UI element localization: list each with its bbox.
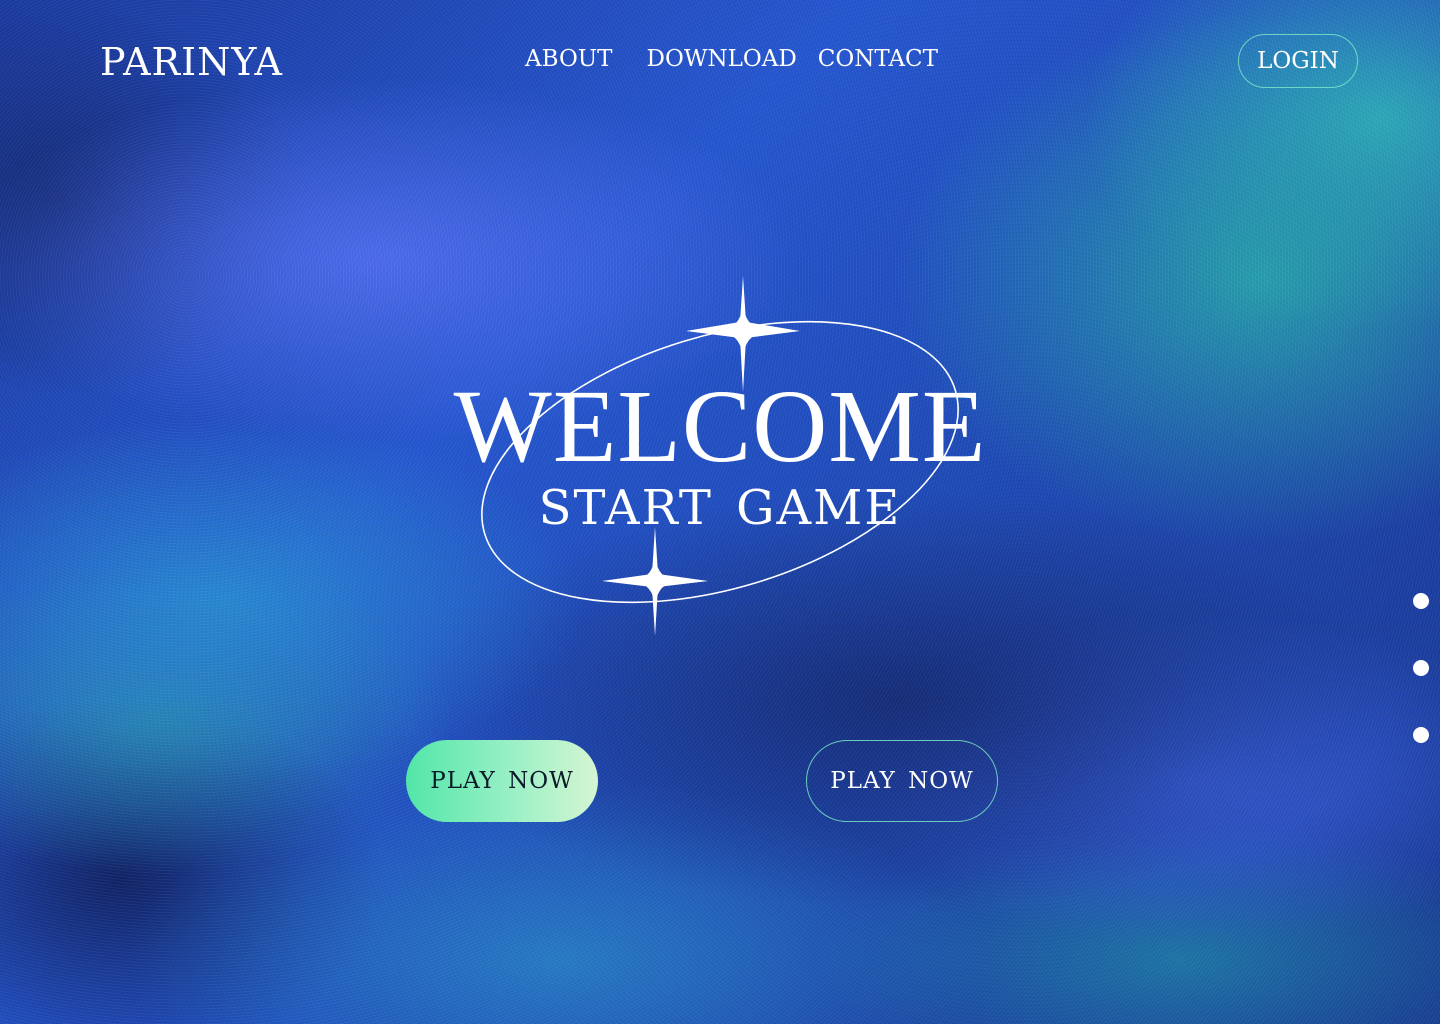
play-now-button-secondary[interactable]: PLAY NOW — [806, 740, 998, 822]
site-logo[interactable]: PARINYA — [100, 40, 283, 84]
hero-subtitle[interactable]: START GAME — [0, 480, 1440, 536]
hero-title: WELCOME — [453, 369, 987, 484]
login-button[interactable]: LOGIN — [1238, 34, 1358, 88]
play-now-button-primary[interactable]: PLAY NOW — [406, 740, 598, 822]
pager-dot-3[interactable] — [1413, 727, 1429, 743]
main-nav: ABOUT DOWNLOAD CONTACT — [525, 46, 938, 72]
pager-dot-2[interactable] — [1413, 660, 1429, 676]
nav-link-download[interactable]: DOWNLOAD — [647, 46, 797, 72]
nav-link-contact[interactable]: CONTACT — [818, 46, 938, 72]
pager-dot-1[interactable] — [1413, 593, 1429, 609]
nav-link-about[interactable]: ABOUT — [525, 46, 613, 72]
slide-pager — [1413, 593, 1429, 743]
